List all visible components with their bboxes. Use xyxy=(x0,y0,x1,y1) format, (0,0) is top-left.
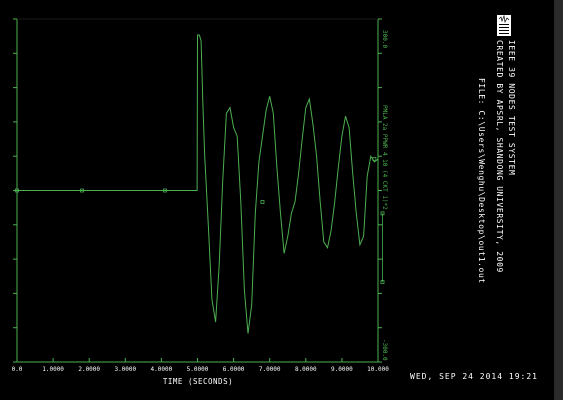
series-legend-label: PMLA 2a PPWR 4 10 (4 CKT 1)*2 xyxy=(381,105,388,210)
x-tick-marks xyxy=(16,358,379,362)
y-bottom-label: -300.0 xyxy=(381,339,388,361)
x-tick-label: 10.000 xyxy=(367,366,389,373)
series-marker xyxy=(260,200,265,204)
x-axis-title: TIME (SECONDS) xyxy=(163,377,233,386)
series-line-pmla xyxy=(17,34,379,334)
x-tick-label: 5.0000 xyxy=(187,366,209,373)
x-tick-label: 0.0 xyxy=(12,366,23,373)
x-tick-label: 2.0000 xyxy=(78,366,100,373)
x-tick-labels: 0.0 1.0000 2.0000 3.0000 4.0000 5.0000 6.0000 7… xyxy=(12,366,390,373)
series-markers xyxy=(15,157,385,284)
x-tick-label: 4.0000 xyxy=(151,366,173,373)
date-stamp: WED, SEP 24 2014 19:21 xyxy=(410,372,538,381)
x-tick-label: 1.0000 xyxy=(42,366,64,373)
chart-title-line-2: CREATED BY APSRL, SHANDONG UNIVERSITY, 2… xyxy=(495,40,504,273)
x-tick-label: 9.0000 xyxy=(331,366,353,373)
x-tick-label: 6.0000 xyxy=(223,366,245,373)
file-path-line: FILE: C:\Users\Wenghu\Desktop\out1.out xyxy=(477,78,486,284)
x-tick-label: 8.0000 xyxy=(295,366,317,373)
y-top-label: 300.0 xyxy=(381,30,388,48)
chart-svg: 300.0 -300.0 PMLA 2a PPWR 4 10 (4 CKT 1)… xyxy=(12,14,516,386)
x-tick-label: 3.0000 xyxy=(114,366,136,373)
x-tick-label: 7.0000 xyxy=(259,366,281,373)
apsrl-logo xyxy=(497,14,511,36)
chart-title-line-1: IEEE 39 NODES TEST SYSTEM xyxy=(507,40,516,175)
left-tick-marks xyxy=(13,18,17,363)
